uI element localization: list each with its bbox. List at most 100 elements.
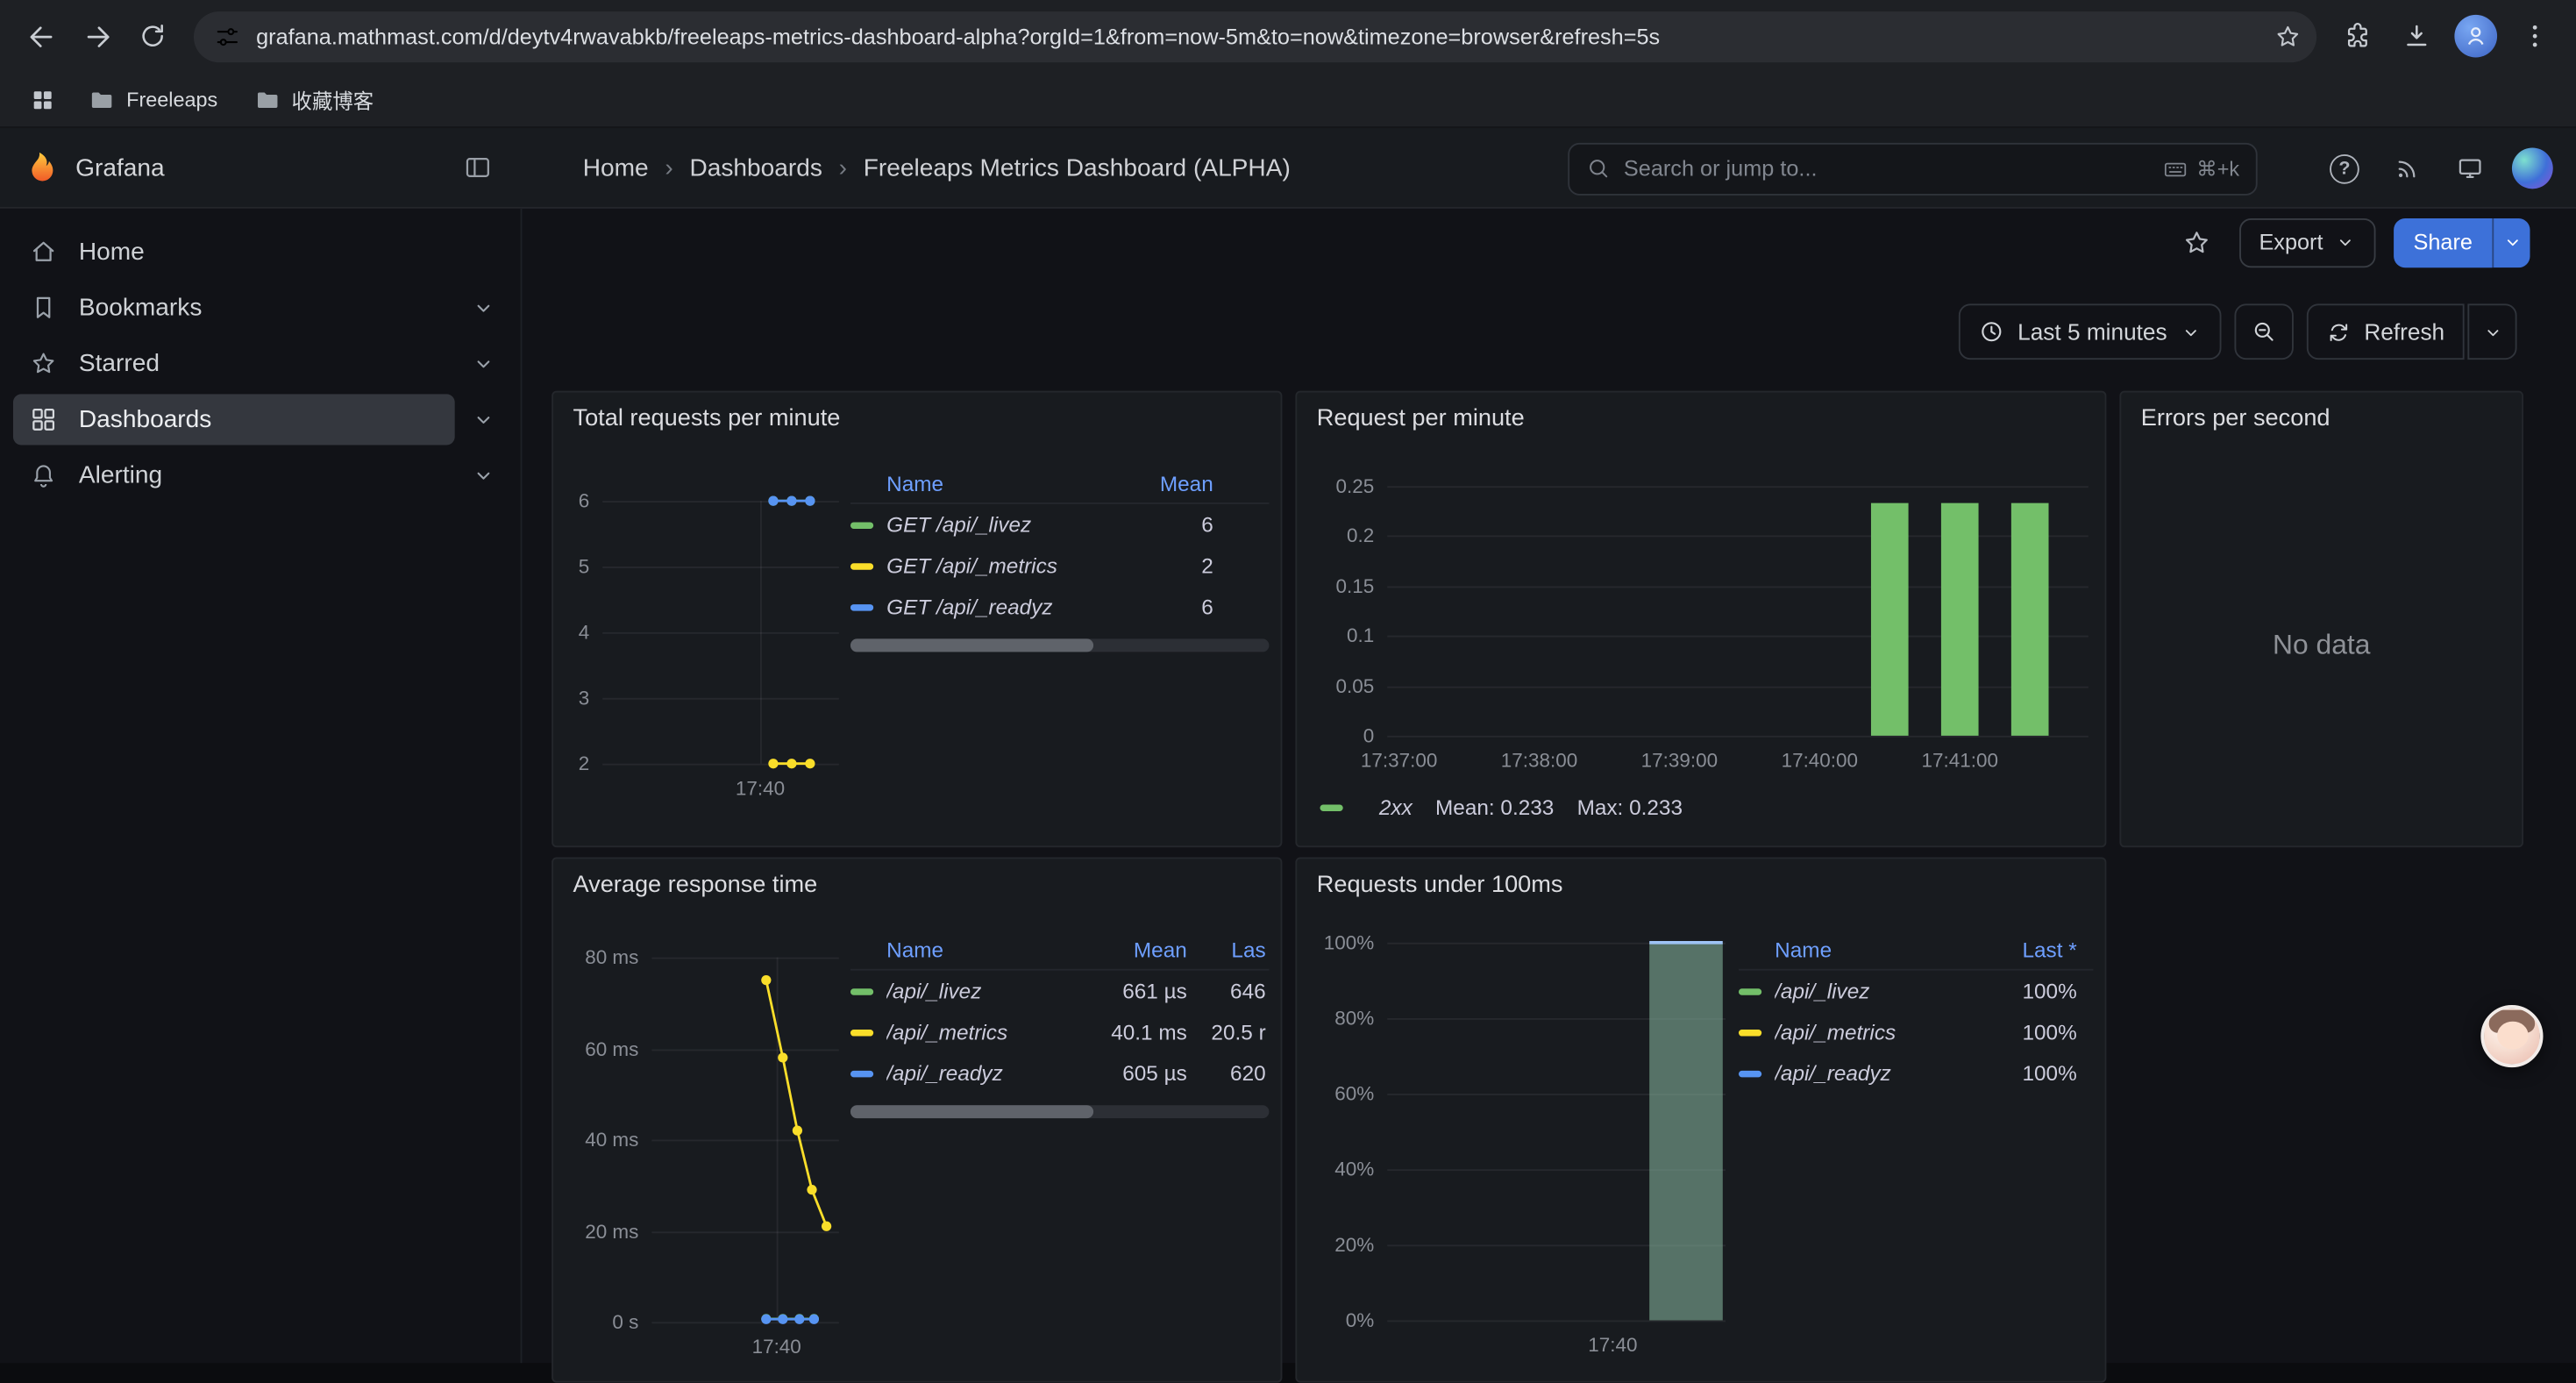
- legend-row[interactable]: /api/_metrics 100%: [1739, 1011, 2093, 1052]
- legend-row[interactable]: GET /api/_metrics 2: [850, 545, 1269, 587]
- chart-series-svg: [602, 501, 839, 764]
- panel-title[interactable]: Average response time: [553, 859, 1281, 911]
- legend-col-name[interactable]: Name: [886, 937, 1082, 962]
- scrollbar-thumb[interactable]: [850, 1105, 1093, 1118]
- sidebar-collapse-button[interactable]: [455, 145, 501, 190]
- series-name[interactable]: 2xx: [1379, 795, 1413, 819]
- sidebar-link-starred[interactable]: Starred: [13, 338, 455, 389]
- help-button[interactable]: ?: [2320, 144, 2369, 193]
- refresh-interval-button[interactable]: [2467, 303, 2516, 360]
- legend-scrollbar[interactable]: [850, 638, 1269, 652]
- panel-average-response-time: Average response time 80 ms60 ms40 ms20 …: [551, 857, 1282, 1382]
- series-marker: [1739, 1029, 1761, 1035]
- y-axis-label: 80 ms: [563, 946, 638, 969]
- legend-col-mean[interactable]: Mean: [1121, 471, 1213, 495]
- zoom-out-button[interactable]: [2234, 303, 2293, 360]
- legend-col-last[interactable]: Las: [1187, 937, 1270, 962]
- series-point: [822, 1222, 831, 1231]
- legend-row[interactable]: /api/_readyz 100%: [1739, 1052, 2093, 1094]
- bookmark-freeleaps[interactable]: Freeleaps: [75, 78, 231, 121]
- back-button[interactable]: [13, 8, 69, 64]
- downloads-button[interactable]: [2388, 8, 2444, 64]
- breadcrumb-dashboards[interactable]: Dashboards: [689, 153, 822, 182]
- address-bar[interactable]: grafana.mathmast.com/d/deytv4rwavabkb/fr…: [194, 11, 2316, 61]
- legend-col-name[interactable]: Name: [886, 471, 1121, 495]
- legend-requests-under-100ms: Name Last * /api/_livez 100% /api/_metri…: [1739, 931, 2093, 1094]
- site-settings-icon[interactable]: [213, 22, 241, 50]
- sidebar-link-dashboards[interactable]: Dashboards: [13, 393, 455, 444]
- series-name[interactable]: /api/_metrics: [1775, 1020, 1978, 1044]
- assistant-avatar-button[interactable]: [2480, 1005, 2543, 1067]
- share-button[interactable]: Share: [2394, 217, 2492, 267]
- extensions-button[interactable]: [2330, 8, 2386, 64]
- panel-requests-under-100ms: Requests under 100ms 100%80%60%40%20%0%1…: [1295, 857, 2106, 1382]
- url-text[interactable]: grafana.mathmast.com/d/deytv4rwavabkb/fr…: [256, 24, 2249, 48]
- panel-title[interactable]: Total requests per minute: [553, 393, 1281, 446]
- series-name[interactable]: /api/_readyz: [886, 1061, 1082, 1086]
- profile-button[interactable]: [2448, 8, 2504, 64]
- chevron-down-icon: [470, 406, 495, 431]
- series-marker: [850, 562, 873, 568]
- favorite-dashboard-button[interactable]: [2172, 217, 2221, 267]
- dashboards-grid-icon: [30, 405, 58, 433]
- y-axis-label: 2: [514, 752, 589, 775]
- sidebar-link-alerting[interactable]: Alerting: [13, 449, 455, 500]
- expand-dashboards-button[interactable]: [461, 397, 504, 440]
- chevron-down-icon: [2181, 321, 2202, 342]
- x-axis-label: 17:39:00: [1624, 749, 1735, 772]
- news-button[interactable]: [2382, 144, 2431, 193]
- expand-bookmarks-button[interactable]: [461, 286, 504, 329]
- legend-scrollbar[interactable]: [850, 1105, 1269, 1118]
- share-menu-button[interactable]: [2492, 217, 2530, 267]
- expand-starred-button[interactable]: [461, 341, 504, 384]
- series-name[interactable]: /api/_readyz: [1775, 1061, 1978, 1086]
- series-mean: 605 µs: [1082, 1061, 1187, 1086]
- sidebar-link-home[interactable]: Home: [13, 225, 504, 276]
- series-name[interactable]: GET /api/_metrics: [886, 553, 1121, 578]
- expand-alerting-button[interactable]: [461, 453, 504, 496]
- kiosk-mode-button[interactable]: [2444, 144, 2494, 193]
- sidebar-link-bookmarks[interactable]: Bookmarks: [13, 282, 455, 332]
- bookmark-star-button[interactable]: [2264, 13, 2309, 59]
- refresh-split-button: Refresh: [2307, 303, 2517, 360]
- legend-col-last[interactable]: Last *: [1978, 937, 2076, 962]
- scrollbar-thumb[interactable]: [850, 638, 1093, 652]
- grafana-logo[interactable]: [21, 149, 57, 185]
- series-name[interactable]: /api/_livez: [1775, 979, 1978, 1003]
- series-marker: [850, 522, 873, 528]
- y-axis-label: 0.15: [1299, 574, 1374, 597]
- legend-row[interactable]: /api/_metrics 40.1 ms 20.5 r: [850, 1011, 1269, 1052]
- search-input[interactable]: Search or jump to... ⌘+k: [1568, 142, 2257, 195]
- sidebar-item-home: Home: [0, 224, 521, 280]
- browser-chrome: grafana.mathmast.com/d/deytv4rwavabkb/fr…: [0, 0, 2576, 128]
- legend-row[interactable]: GET /api/_livez 6: [850, 504, 1269, 545]
- panel-title[interactable]: Errors per second: [2121, 393, 2522, 446]
- legend-row[interactable]: /api/_livez 100%: [1739, 971, 2093, 1012]
- legend-col-name[interactable]: Name: [1775, 937, 1978, 962]
- breadcrumb-home[interactable]: Home: [583, 153, 649, 182]
- bookmark-favorites[interactable]: 收藏博客: [240, 78, 387, 121]
- legend-row[interactable]: /api/_readyz 605 µs 620: [850, 1052, 1269, 1094]
- panel-title[interactable]: Requests under 100ms: [1297, 859, 2104, 911]
- reload-button[interactable]: [125, 8, 181, 64]
- rss-icon: [2393, 154, 2421, 182]
- legend-col-mean[interactable]: Mean: [1082, 937, 1187, 962]
- time-range-picker[interactable]: Last 5 minutes: [1959, 303, 2222, 360]
- series-last: 646: [1187, 979, 1270, 1003]
- refresh-button[interactable]: Refresh: [2307, 303, 2465, 360]
- legend-row[interactable]: GET /api/_readyz 6: [850, 586, 1269, 627]
- forward-button[interactable]: [69, 8, 125, 64]
- export-button[interactable]: Export: [2239, 217, 2375, 267]
- legend-stats[interactable]: 2xx Mean: 0.233 Max: 0.233: [1320, 795, 1683, 819]
- legend-row[interactable]: /api/_livez 661 µs 646: [850, 971, 1269, 1012]
- series-name[interactable]: GET /api/_livez: [886, 512, 1121, 537]
- series-mean: 6: [1121, 512, 1213, 537]
- user-menu-button[interactable]: [2507, 144, 2556, 193]
- panel-title[interactable]: Request per minute: [1297, 393, 2104, 446]
- browser-menu-button[interactable]: [2507, 8, 2563, 64]
- series-name[interactable]: /api/_livez: [886, 979, 1082, 1003]
- series-name[interactable]: /api/_metrics: [886, 1020, 1082, 1044]
- series-name[interactable]: GET /api/_readyz: [886, 595, 1121, 619]
- apps-grid-button[interactable]: [19, 76, 65, 122]
- puzzle-icon: [2343, 21, 2373, 51]
